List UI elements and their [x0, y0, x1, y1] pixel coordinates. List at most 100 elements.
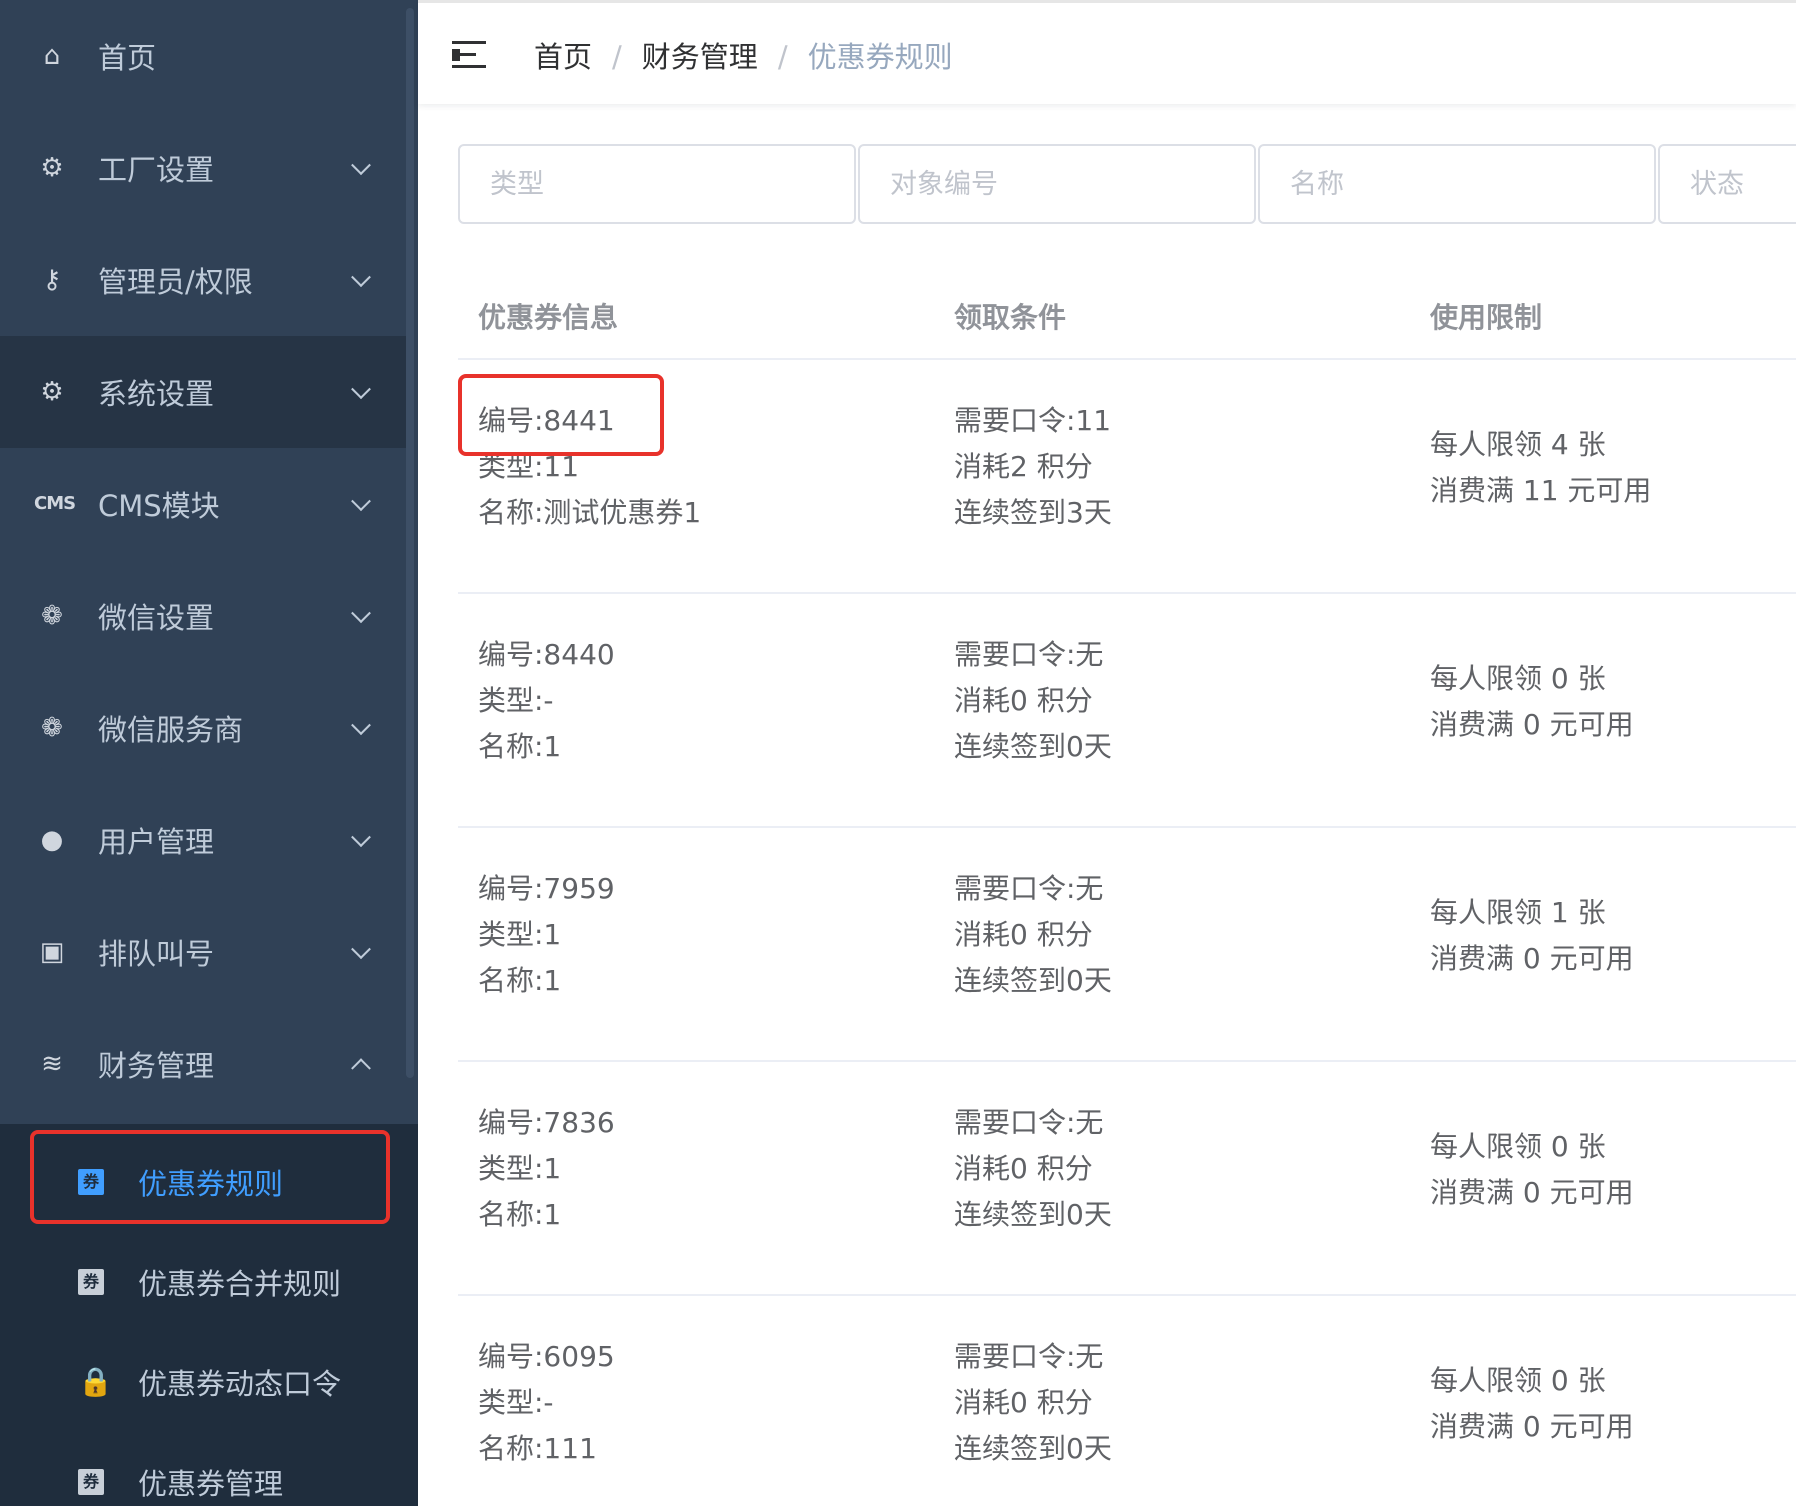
submenu-item-label: 优惠券动态口令 [138, 1367, 342, 1401]
claim-condition-cell: 需要口令:无 消耗0 积分 连续签到0天 [954, 632, 1112, 770]
chevron-down-icon [351, 267, 371, 288]
monitor-icon: ▣ [39, 937, 65, 967]
usage-limit-cell: 每人限领 1 张消费满 0 元可用 [1430, 890, 1634, 982]
claim-condition-cell: 需要口令:无 消耗0 积分 连续签到0天 [954, 1100, 1112, 1238]
coupon-icon: 券 [78, 1169, 104, 1195]
name-filter-input[interactable] [1258, 144, 1656, 224]
chevron-up-icon [351, 1058, 371, 1079]
sidebar-item[interactable]: ❁ 微信设置 [0, 560, 406, 672]
table-row: 编号:7836 类型:1 名称:1 需要口令:无 消耗0 积分 连续签到0天 每人限领 0 … [458, 1062, 1796, 1296]
coupon-info-cell: 编号:8440 类型:- 名称:1 [478, 632, 615, 770]
sidebar-item[interactable]: ≋ 财务管理 [0, 1008, 406, 1120]
coupon-type-text: 类型:- [478, 1386, 554, 1419]
coupon-id-text: 编号:8440 [478, 638, 615, 671]
sidebar-item[interactable]: ▣ 排队叫号 [0, 896, 406, 1008]
coupon-icon: 券 [78, 1269, 104, 1295]
per-person-limit-text: 每人限领 0 张 [1430, 662, 1606, 695]
table-body: 编号:8441 类型:11 名称:测试优惠券1 需要口令:11 消耗2 积分 连续签到3天… [458, 360, 1796, 1506]
coupon-name-text: 名称:1 [478, 1198, 562, 1231]
chevron-down-icon [351, 491, 371, 512]
min-spend-text: 消费满 0 元可用 [1430, 1176, 1634, 1209]
points-cost-text: 消耗2 积分 [954, 450, 1093, 483]
sidebar-item-label: 管理员/权限 [98, 265, 253, 299]
password-requirement-text: 需要口令:11 [954, 404, 1112, 437]
submenu-item[interactable]: 券 优惠券合并规则 [0, 1232, 418, 1332]
chevron-down-icon [351, 379, 371, 400]
points-cost-text: 消耗0 积分 [954, 1386, 1093, 1419]
breadcrumb-current: 优惠券规则 [807, 40, 953, 74]
chevron-down-icon [351, 939, 371, 960]
coupon-id-text: 编号:7836 [478, 1106, 615, 1139]
points-cost-text: 消耗0 积分 [954, 684, 1093, 717]
breadcrumb-home[interactable]: 首页 [534, 40, 592, 74]
coupon-name-text: 名称:测试优惠券1 [478, 496, 702, 529]
signin-days-text: 连续签到3天 [954, 496, 1112, 529]
coupon-id-text: 编号:7959 [478, 872, 615, 905]
coupon-type-text: 类型:11 [478, 450, 580, 483]
min-spend-text: 消费满 0 元可用 [1430, 1410, 1634, 1443]
sidebar-item-label: 系统设置 [98, 377, 215, 411]
sidebar-item-label: 微信服务商 [98, 713, 244, 747]
breadcrumb-separator: / [612, 40, 622, 74]
points-cost-text: 消耗0 积分 [954, 1152, 1093, 1185]
submenu-item[interactable]: 券 优惠券规则 [0, 1132, 418, 1232]
chevron-down-icon [351, 827, 371, 848]
wechat-icon: ❁ [41, 713, 63, 743]
chevron-down-icon [351, 715, 371, 736]
table-row: 编号:8440 类型:- 名称:1 需要口令:无 消耗0 积分 连续签到0天 每人限领 0 … [458, 594, 1796, 828]
coupon-name-text: 名称:1 [478, 730, 562, 763]
user-icon: ● [40, 825, 64, 855]
min-spend-text: 消费满 0 元可用 [1430, 942, 1634, 975]
coupon-id-text: 编号:6095 [478, 1340, 615, 1373]
sidebar-item[interactable]: ⚙ 系统设置 [0, 336, 406, 448]
password-requirement-text: 需要口令:无 [954, 1340, 1104, 1373]
per-person-limit-text: 每人限领 0 张 [1430, 1364, 1606, 1397]
coupon-id-text: 编号:8441 [478, 404, 615, 437]
coupon-info-cell: 编号:7959 类型:1 名称:1 [478, 866, 615, 1004]
usage-limit-cell: 每人限领 0 张消费满 0 元可用 [1430, 656, 1634, 748]
usage-limit-cell: 每人限领 0 张消费满 0 元可用 [1430, 1124, 1634, 1216]
main-content: 首页 / 财务管理 / 优惠券规则 优惠券信息 领取条件 使用限制 编号:8441 类型:… [418, 0, 1796, 1506]
sidebar-item[interactable]: ● 用户管理 [0, 784, 406, 896]
sidebar-item[interactable]: ⌂ 首页 [0, 0, 406, 112]
signin-days-text: 连续签到0天 [954, 730, 1112, 763]
hamburger-menu-icon[interactable] [452, 41, 486, 69]
sidebar-item[interactable]: ⚷ 管理员/权限 [0, 224, 406, 336]
coupon-type-text: 类型:- [478, 684, 554, 717]
database-icon: ≋ [41, 1049, 63, 1079]
min-spend-text: 消费满 11 元可用 [1430, 474, 1652, 507]
sidebar-item-label: 工厂设置 [98, 153, 215, 187]
per-person-limit-text: 每人限领 4 张 [1430, 428, 1606, 461]
app-root: ⌂ 首页 ⚙ 工厂设置 ⚷ 管理员/权限 ⚙ 系统设置 CMS CMS模块 ❁ 微信设置 ❁ 微信服务商 ●… [0, 0, 1796, 1506]
sidebar-item[interactable]: ⚙ 工厂设置 [0, 112, 406, 224]
claim-condition-cell: 需要口令:11 消耗2 积分 连续签到3天 [954, 398, 1112, 536]
sidebar-item[interactable]: ❁ 微信服务商 [0, 672, 406, 784]
breadcrumb-finance[interactable]: 财务管理 [642, 40, 758, 74]
sidebar-item-label: 微信设置 [98, 601, 215, 635]
lock-icon: 🔒 [78, 1365, 113, 1398]
admin-key-icon: ⚷ [42, 265, 62, 295]
target-id-filter-input[interactable] [858, 144, 1256, 224]
signin-days-text: 连续签到0天 [954, 1198, 1112, 1231]
finance-submenu: 券优惠券规则券优惠券合并规则 🔒 优惠券动态口令券优惠券管理 [0, 1124, 418, 1506]
claim-condition-cell: 需要口令:无 消耗0 积分 连续签到0天 [954, 1334, 1112, 1472]
type-filter-input[interactable] [458, 144, 856, 224]
sidebar-item[interactable]: CMS CMS模块 [0, 448, 406, 560]
submenu-item-label: 优惠券合并规则 [138, 1267, 342, 1301]
coupon-icon: 券 [78, 1469, 104, 1495]
coupon-name-text: 名称:1 [478, 964, 562, 997]
coupon-type-text: 类型:1 [478, 918, 562, 951]
gear-icon: ⚙ [40, 377, 64, 407]
coupon-info-cell: 编号:6095 类型:- 名称:111 [478, 1334, 615, 1472]
table-header: 优惠券信息 领取条件 使用限制 [458, 256, 1796, 360]
sidebar-item-label: 用户管理 [98, 825, 215, 859]
submenu-item[interactable]: 🔒 优惠券动态口令 [0, 1332, 418, 1432]
coupon-info-cell: 编号:7836 类型:1 名称:1 [478, 1100, 615, 1238]
sidebar-item-label: 财务管理 [98, 1049, 215, 1083]
chevron-down-icon [351, 155, 371, 176]
sidebar-scrollbar[interactable] [406, 8, 414, 1078]
submenu-item[interactable]: 券 优惠券管理 [0, 1432, 418, 1506]
header-claim-condition: 领取条件 [954, 301, 1067, 334]
sidebar-item-label: 首页 [98, 41, 157, 75]
status-filter-input[interactable] [1658, 144, 1796, 224]
